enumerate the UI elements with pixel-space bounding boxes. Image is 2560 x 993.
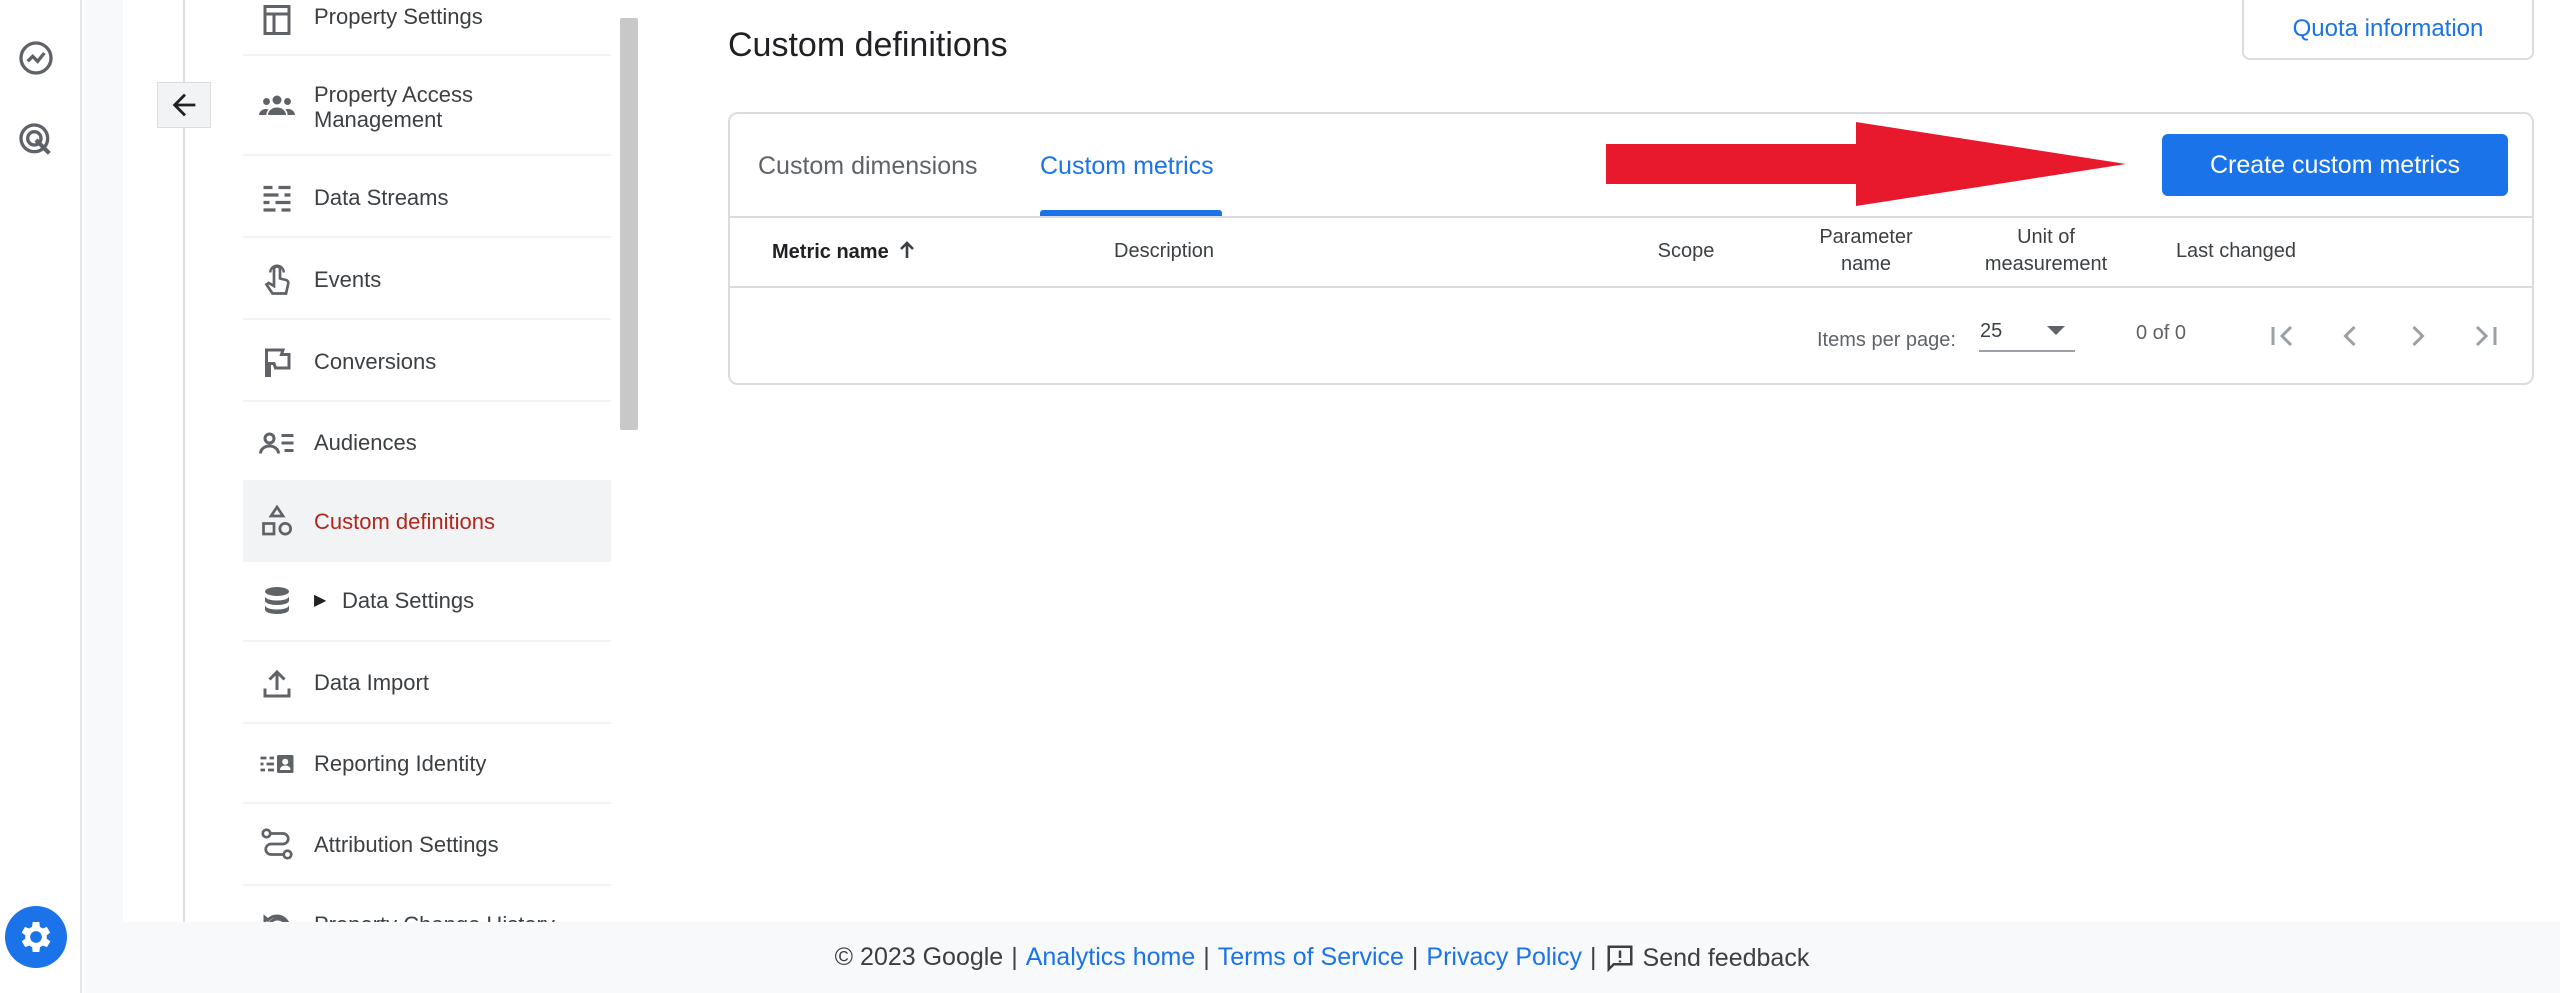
nav-item-reporting-identity[interactable]: Reporting Identity bbox=[243, 724, 611, 804]
nav-item-label: Events bbox=[314, 267, 382, 292]
nav-item-attribution-settings[interactable]: Attribution Settings bbox=[243, 804, 611, 886]
column-header-parameter-name[interactable]: Parameter name bbox=[1796, 224, 1936, 278]
divider bbox=[730, 216, 2532, 218]
footer-link-analytics-home[interactable]: Analytics home bbox=[1026, 943, 1196, 972]
first-page-button[interactable] bbox=[2256, 310, 2308, 362]
nav-item-label: Property Access Management bbox=[314, 82, 473, 132]
nav-item-property-change-history[interactable]: Property Change History bbox=[243, 888, 611, 922]
chevron-right-icon bbox=[2412, 325, 2425, 347]
touch-events-icon bbox=[257, 260, 297, 300]
nav-item-label: Audiences bbox=[314, 430, 417, 455]
upload-icon bbox=[257, 664, 297, 704]
dropdown-arrow-icon bbox=[2047, 326, 2065, 335]
divider bbox=[730, 286, 2532, 288]
nav-item-property-settings[interactable]: Property Settings bbox=[243, 0, 611, 56]
analytics-reports-icon[interactable] bbox=[14, 36, 58, 80]
first-page-icon bbox=[2271, 325, 2293, 347]
nav-item-data-streams[interactable]: Data Streams bbox=[243, 158, 611, 238]
footer: © 2023 Google | Analytics home | Terms o… bbox=[84, 922, 2560, 993]
items-per-page-select[interactable]: 25 bbox=[1979, 310, 2075, 352]
advertising-target-icon[interactable] bbox=[14, 118, 58, 162]
page-title: Custom definitions bbox=[728, 26, 1008, 64]
last-page-icon bbox=[2475, 325, 2497, 347]
data-streams-icon bbox=[257, 178, 297, 218]
history-icon bbox=[257, 908, 297, 922]
footer-link-terms-of-service[interactable]: Terms of Service bbox=[1218, 943, 1404, 972]
nav-item-label: Conversions bbox=[314, 349, 437, 374]
people-icon bbox=[257, 86, 297, 126]
property-settings-icon bbox=[257, 0, 297, 40]
nav-item-label: Reporting Identity bbox=[314, 751, 487, 776]
audiences-icon bbox=[257, 423, 297, 463]
column-header-unit-of-measurement[interactable]: Unit of measurement bbox=[1966, 224, 2126, 278]
admin-settings-icon[interactable] bbox=[5, 906, 67, 968]
admin-column bbox=[84, 0, 123, 922]
annotation-arrow-icon bbox=[1606, 122, 2126, 206]
nav-item-label: Custom definitions bbox=[314, 509, 495, 534]
footer-copyright: © 2023 Google bbox=[834, 943, 1004, 971]
footer-separator: | bbox=[1590, 943, 1597, 971]
custom-definitions-card: Custom dimensions Custom metrics Create … bbox=[728, 112, 2534, 385]
send-feedback-label: Send feedback bbox=[1642, 943, 1810, 972]
quota-information-button[interactable]: Quota information bbox=[2242, 0, 2534, 60]
footer-separator: | bbox=[1011, 943, 1018, 971]
nav-item-data-import[interactable]: Data Import bbox=[243, 644, 611, 724]
nav-item-label: Data Settings bbox=[342, 588, 475, 613]
next-page-button[interactable] bbox=[2392, 310, 2444, 362]
shapes-icon bbox=[257, 502, 297, 542]
column-header-last-changed[interactable]: Last changed bbox=[2156, 238, 2316, 265]
tab-custom-dimensions[interactable]: Custom dimensions bbox=[758, 114, 978, 218]
attribution-icon bbox=[257, 824, 297, 864]
nav-item-audiences[interactable]: Audiences bbox=[243, 404, 611, 482]
nav-item-label: Data Streams bbox=[314, 185, 449, 210]
app-rail bbox=[0, 0, 82, 993]
feedback-icon bbox=[1607, 945, 1633, 972]
send-feedback-button[interactable]: Send feedback bbox=[1605, 943, 1810, 973]
nav-item-data-settings[interactable]: ▶ Data Settings bbox=[243, 562, 611, 642]
column-header-metric-name[interactable]: Metric name bbox=[772, 238, 919, 266]
nav-item-conversions[interactable]: Conversions bbox=[243, 322, 611, 402]
last-page-button[interactable] bbox=[2460, 310, 2512, 362]
nav-scrollbar[interactable] bbox=[620, 18, 638, 430]
footer-separator: | bbox=[1203, 943, 1210, 971]
nav-item-label: Property Settings bbox=[314, 4, 483, 29]
nav-item-label: Attribution Settings bbox=[314, 832, 499, 857]
reporting-identity-icon bbox=[257, 744, 297, 784]
database-icon bbox=[257, 582, 297, 622]
nav-item-property-access-management[interactable]: Property Access Management bbox=[243, 58, 611, 156]
nav-item-label: Property Change History bbox=[314, 912, 555, 922]
tab-custom-metrics[interactable]: Custom metrics bbox=[1040, 114, 1214, 218]
admin-nav: Property Settings Property Access Manage… bbox=[243, 0, 611, 922]
sort-ascending-icon bbox=[899, 241, 914, 258]
divider bbox=[183, 0, 185, 922]
items-per-page-value: 25 bbox=[1980, 320, 2003, 342]
items-per-page-label: Items per page: bbox=[1817, 329, 1956, 351]
pagination-range: 0 of 0 bbox=[2136, 322, 2187, 344]
footer-link-privacy-policy[interactable]: Privacy Policy bbox=[1426, 943, 1582, 972]
nav-item-events[interactable]: Events bbox=[243, 240, 611, 320]
arrow-back-icon bbox=[172, 93, 196, 117]
column-header-scope[interactable]: Scope bbox=[1606, 238, 1766, 265]
flag-icon bbox=[257, 342, 297, 382]
footer-separator: | bbox=[1411, 943, 1419, 971]
column-header-description[interactable]: Description bbox=[1114, 238, 1214, 265]
expand-caret-icon[interactable]: ▶ bbox=[314, 590, 326, 610]
nav-item-label: Data Import bbox=[314, 670, 429, 695]
back-button[interactable] bbox=[157, 82, 211, 128]
column-header-label: Metric name bbox=[772, 241, 889, 263]
chevron-left-icon bbox=[2343, 325, 2356, 347]
previous-page-button[interactable] bbox=[2324, 310, 2376, 362]
nav-item-custom-definitions[interactable]: Custom definitions bbox=[243, 482, 611, 562]
create-custom-metrics-button[interactable]: Create custom metrics bbox=[2162, 134, 2508, 196]
